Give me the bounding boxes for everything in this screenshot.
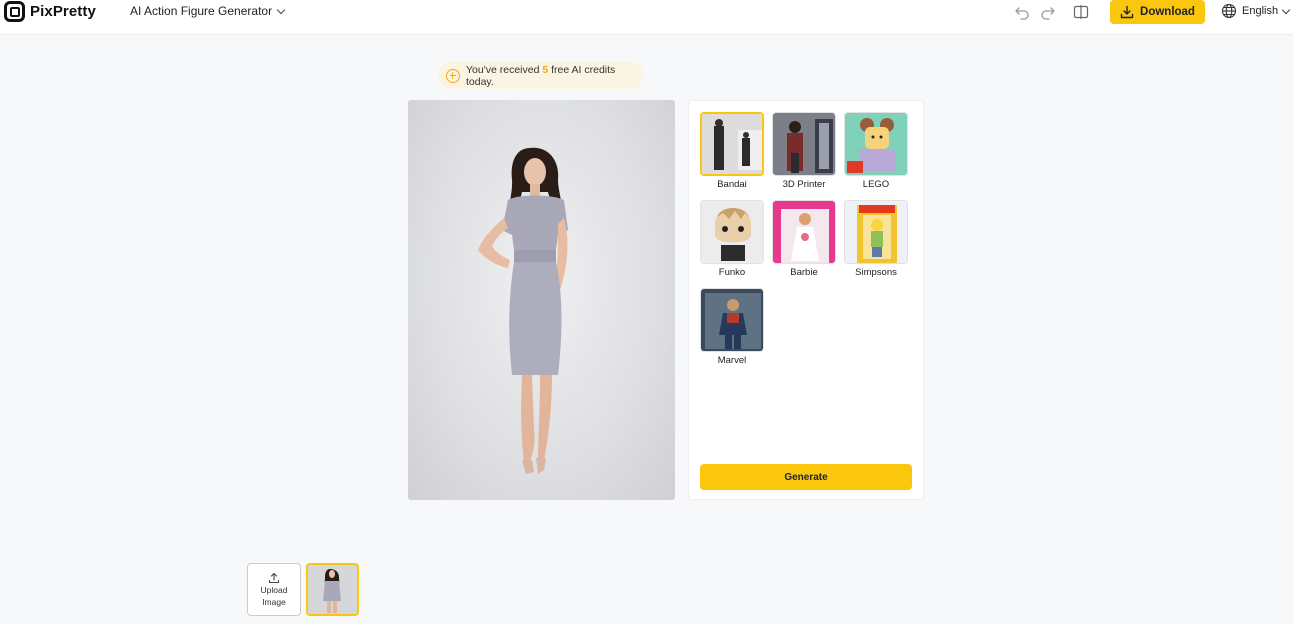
plus-circle-icon [446, 68, 460, 83]
tool-selector[interactable]: AI Action Figure Generator [130, 4, 286, 18]
credits-text: You've received 5 free AI credits today. [466, 64, 644, 88]
thumb-photo [308, 565, 357, 614]
style-option-funko[interactable]: Funko [700, 200, 764, 278]
source-image [408, 100, 675, 500]
upload-icon [268, 572, 280, 583]
uploaded-image-thumb[interactable] [306, 563, 359, 616]
style-thumb-3d-printer [772, 112, 836, 176]
style-thumb-simpsons [844, 200, 908, 264]
style-label: LEGO [862, 179, 890, 190]
language-selector[interactable]: English [1221, 3, 1291, 19]
chevron-down-icon [276, 5, 286, 14]
woman-photo [478, 147, 568, 474]
credits-banner: You've received 5 free AI credits today. [438, 62, 644, 89]
compare-icon[interactable] [1073, 4, 1089, 20]
style-option-lego[interactable]: LEGO [844, 112, 908, 190]
download-icon [1120, 5, 1134, 19]
style-thumb-funko [700, 200, 764, 264]
undo-icon[interactable] [1014, 4, 1030, 20]
logo[interactable]: PixPretty [4, 1, 96, 22]
logo-icon [4, 1, 25, 22]
style-label: Marvel [717, 355, 747, 366]
credits-prefix: You've received [466, 63, 540, 76]
style-option-marvel[interactable]: Marvel [700, 288, 764, 366]
style-option-barbie[interactable]: Barbie [772, 200, 836, 278]
download-label: Download [1140, 6, 1195, 18]
upload-label: Upload Image [260, 584, 288, 607]
style-thumb-lego [844, 112, 908, 176]
style-option-3d-printer[interactable]: 3D Printer [772, 112, 836, 190]
style-option-simpsons[interactable]: Simpsons [844, 200, 908, 278]
style-panel: Bandai 3D Printer LEGO Funko Barbie Simp… [688, 100, 924, 500]
style-thumb-bandai [700, 112, 764, 176]
generate-button[interactable]: Generate [700, 464, 912, 490]
tool-name: AI Action Figure Generator [130, 4, 273, 18]
style-option-bandai[interactable]: Bandai [700, 112, 764, 190]
upload-image-button[interactable]: Upload Image [247, 563, 301, 616]
download-button[interactable]: Download [1110, 0, 1205, 24]
style-label: Bandai [717, 179, 747, 190]
style-label: Simpsons [855, 267, 897, 278]
style-thumb-barbie [772, 200, 836, 264]
language-label: English [1242, 5, 1279, 17]
style-label: 3D Printer [782, 179, 826, 190]
logo-text: PixPretty [30, 3, 96, 20]
style-label: Barbie [790, 267, 818, 278]
style-label: Funko [718, 267, 746, 278]
top-bar: PixPretty AI Action Figure Generator Dow… [0, 0, 1293, 35]
credits-count: 5 [542, 63, 549, 76]
style-thumb-marvel [700, 288, 764, 352]
redo-icon[interactable] [1040, 4, 1056, 20]
chevron-down-icon [1281, 5, 1291, 14]
globe-icon [1221, 3, 1237, 19]
